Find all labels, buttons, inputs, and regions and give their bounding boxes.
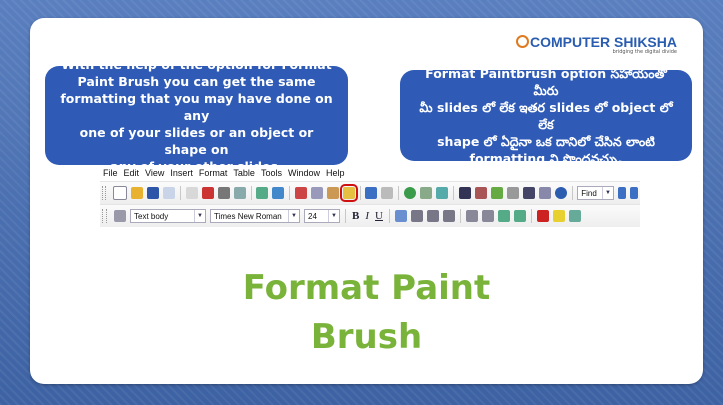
- print-icon[interactable]: [217, 187, 230, 199]
- styles-formatting-icon[interactable]: [114, 210, 126, 222]
- find-next-icon[interactable]: [618, 187, 627, 199]
- menu-edit[interactable]: Edit: [124, 168, 140, 178]
- chevron-down-icon: ▼: [602, 187, 613, 199]
- find-input[interactable]: Find ▼: [577, 186, 615, 200]
- telugu-line: shape లో ఏదైనా ఒక దానిలో చేసిన లాంటి: [437, 133, 655, 149]
- toolbar-grip[interactable]: [102, 209, 107, 223]
- slide-title-line-2: Brush: [310, 317, 423, 357]
- telugu-callout: Format Paintbrush option సహాయంతో మీరు మీ…: [400, 66, 692, 166]
- navigator-icon[interactable]: [474, 187, 487, 199]
- chevron-down-icon: ▼: [194, 210, 205, 222]
- align-left-icon[interactable]: [394, 210, 407, 222]
- font-color-icon[interactable]: [536, 210, 549, 222]
- menu-format[interactable]: Format: [199, 168, 228, 178]
- background-color-icon[interactable]: [568, 210, 581, 222]
- slide: COMPUTER SHIKSHA bridging the digital di…: [30, 18, 703, 384]
- paste-icon[interactable]: [326, 187, 339, 199]
- logo-circle-icon: [515, 35, 529, 48]
- decrease-indent-icon[interactable]: [497, 210, 510, 222]
- english-callout: With the help of the option for Format P…: [45, 57, 348, 174]
- toolbar-grip[interactable]: [102, 186, 106, 200]
- chevron-down-icon: ▼: [328, 210, 339, 222]
- increase-indent-icon[interactable]: [513, 210, 526, 222]
- english-line: formatting that you may have done on any: [60, 91, 333, 123]
- formatting-toolbar: Text body ▼ Times New Roman ▼ 24 ▼ B I U: [100, 204, 640, 227]
- gallery-icon[interactable]: [490, 187, 503, 199]
- font-name-dropdown[interactable]: Times New Roman ▼: [210, 209, 300, 223]
- find-replace-icon[interactable]: [458, 187, 471, 199]
- telugu-line: మీ slides లో లేక ఇతర slides లో object లో…: [419, 99, 673, 132]
- menu-view[interactable]: View: [145, 168, 164, 178]
- italic-button[interactable]: I: [365, 210, 369, 222]
- standard-toolbar: Find ▼: [100, 181, 640, 204]
- format-paintbrush-icon[interactable]: [339, 184, 358, 202]
- menu-window[interactable]: Window: [288, 168, 320, 178]
- bullets-icon[interactable]: [481, 210, 494, 222]
- save-icon[interactable]: [146, 187, 159, 199]
- font-size-dropdown[interactable]: 24 ▼: [304, 209, 340, 223]
- english-line: Paint Brush you can get the same: [77, 74, 316, 89]
- new-document-icon[interactable]: [112, 186, 127, 200]
- undo-icon[interactable]: [365, 187, 378, 199]
- menu-help[interactable]: Help: [326, 168, 345, 178]
- hyperlink-icon[interactable]: [404, 187, 416, 199]
- align-right-icon[interactable]: [426, 210, 439, 222]
- writer-toolbar-screenshot: File Edit View Insert Format Table Tools…: [100, 165, 640, 251]
- cut-icon[interactable]: [294, 187, 307, 199]
- menu-bar: File Edit View Insert Format Table Tools…: [100, 165, 640, 181]
- menu-insert[interactable]: Insert: [170, 168, 193, 178]
- copy-icon[interactable]: [310, 187, 323, 199]
- find-previous-icon[interactable]: [630, 187, 639, 199]
- paragraph-style-dropdown[interactable]: Text body ▼: [130, 209, 206, 223]
- english-line: With the help of the option for Format: [61, 57, 332, 72]
- open-folder-icon[interactable]: [130, 187, 143, 199]
- english-line: one of your slides or an object or shape…: [79, 125, 314, 157]
- help-icon[interactable]: [554, 187, 567, 199]
- align-center-icon[interactable]: [410, 210, 423, 222]
- menu-tools[interactable]: Tools: [261, 168, 282, 178]
- edit-file-icon[interactable]: [185, 187, 198, 199]
- export-pdf-icon[interactable]: [201, 187, 214, 199]
- spellcheck-icon[interactable]: [256, 187, 269, 199]
- numbering-icon[interactable]: [465, 210, 478, 222]
- highlighting-icon[interactable]: [552, 210, 565, 222]
- menu-file[interactable]: File: [103, 168, 118, 178]
- show-draw-functions-icon[interactable]: [436, 187, 448, 199]
- justify-icon[interactable]: [442, 210, 455, 222]
- bold-button[interactable]: B: [352, 210, 359, 222]
- telugu-line: Format Paintbrush option సహాయంతో మీరు: [425, 65, 667, 98]
- telugu-line: formatting ని పొందవచ్చు.: [469, 150, 623, 166]
- zoom-icon[interactable]: [538, 187, 551, 199]
- autospellcheck-icon[interactable]: [272, 187, 285, 199]
- print-preview-icon[interactable]: [233, 187, 246, 199]
- slide-title-line-1: Format Paint: [242, 268, 491, 308]
- underline-button[interactable]: U: [375, 210, 383, 222]
- formatting-marks-icon[interactable]: [522, 187, 535, 199]
- email-icon[interactable]: [162, 187, 175, 199]
- menu-table[interactable]: Table: [233, 168, 255, 178]
- redo-icon[interactable]: [381, 187, 394, 199]
- chevron-down-icon: ▼: [288, 210, 299, 222]
- logo: COMPUTER SHIKSHA bridging the digital di…: [515, 34, 677, 55]
- data-sources-icon[interactable]: [506, 187, 519, 199]
- table-icon[interactable]: [420, 187, 432, 199]
- logo-text: COMPUTER SHIKSHA: [529, 34, 677, 50]
